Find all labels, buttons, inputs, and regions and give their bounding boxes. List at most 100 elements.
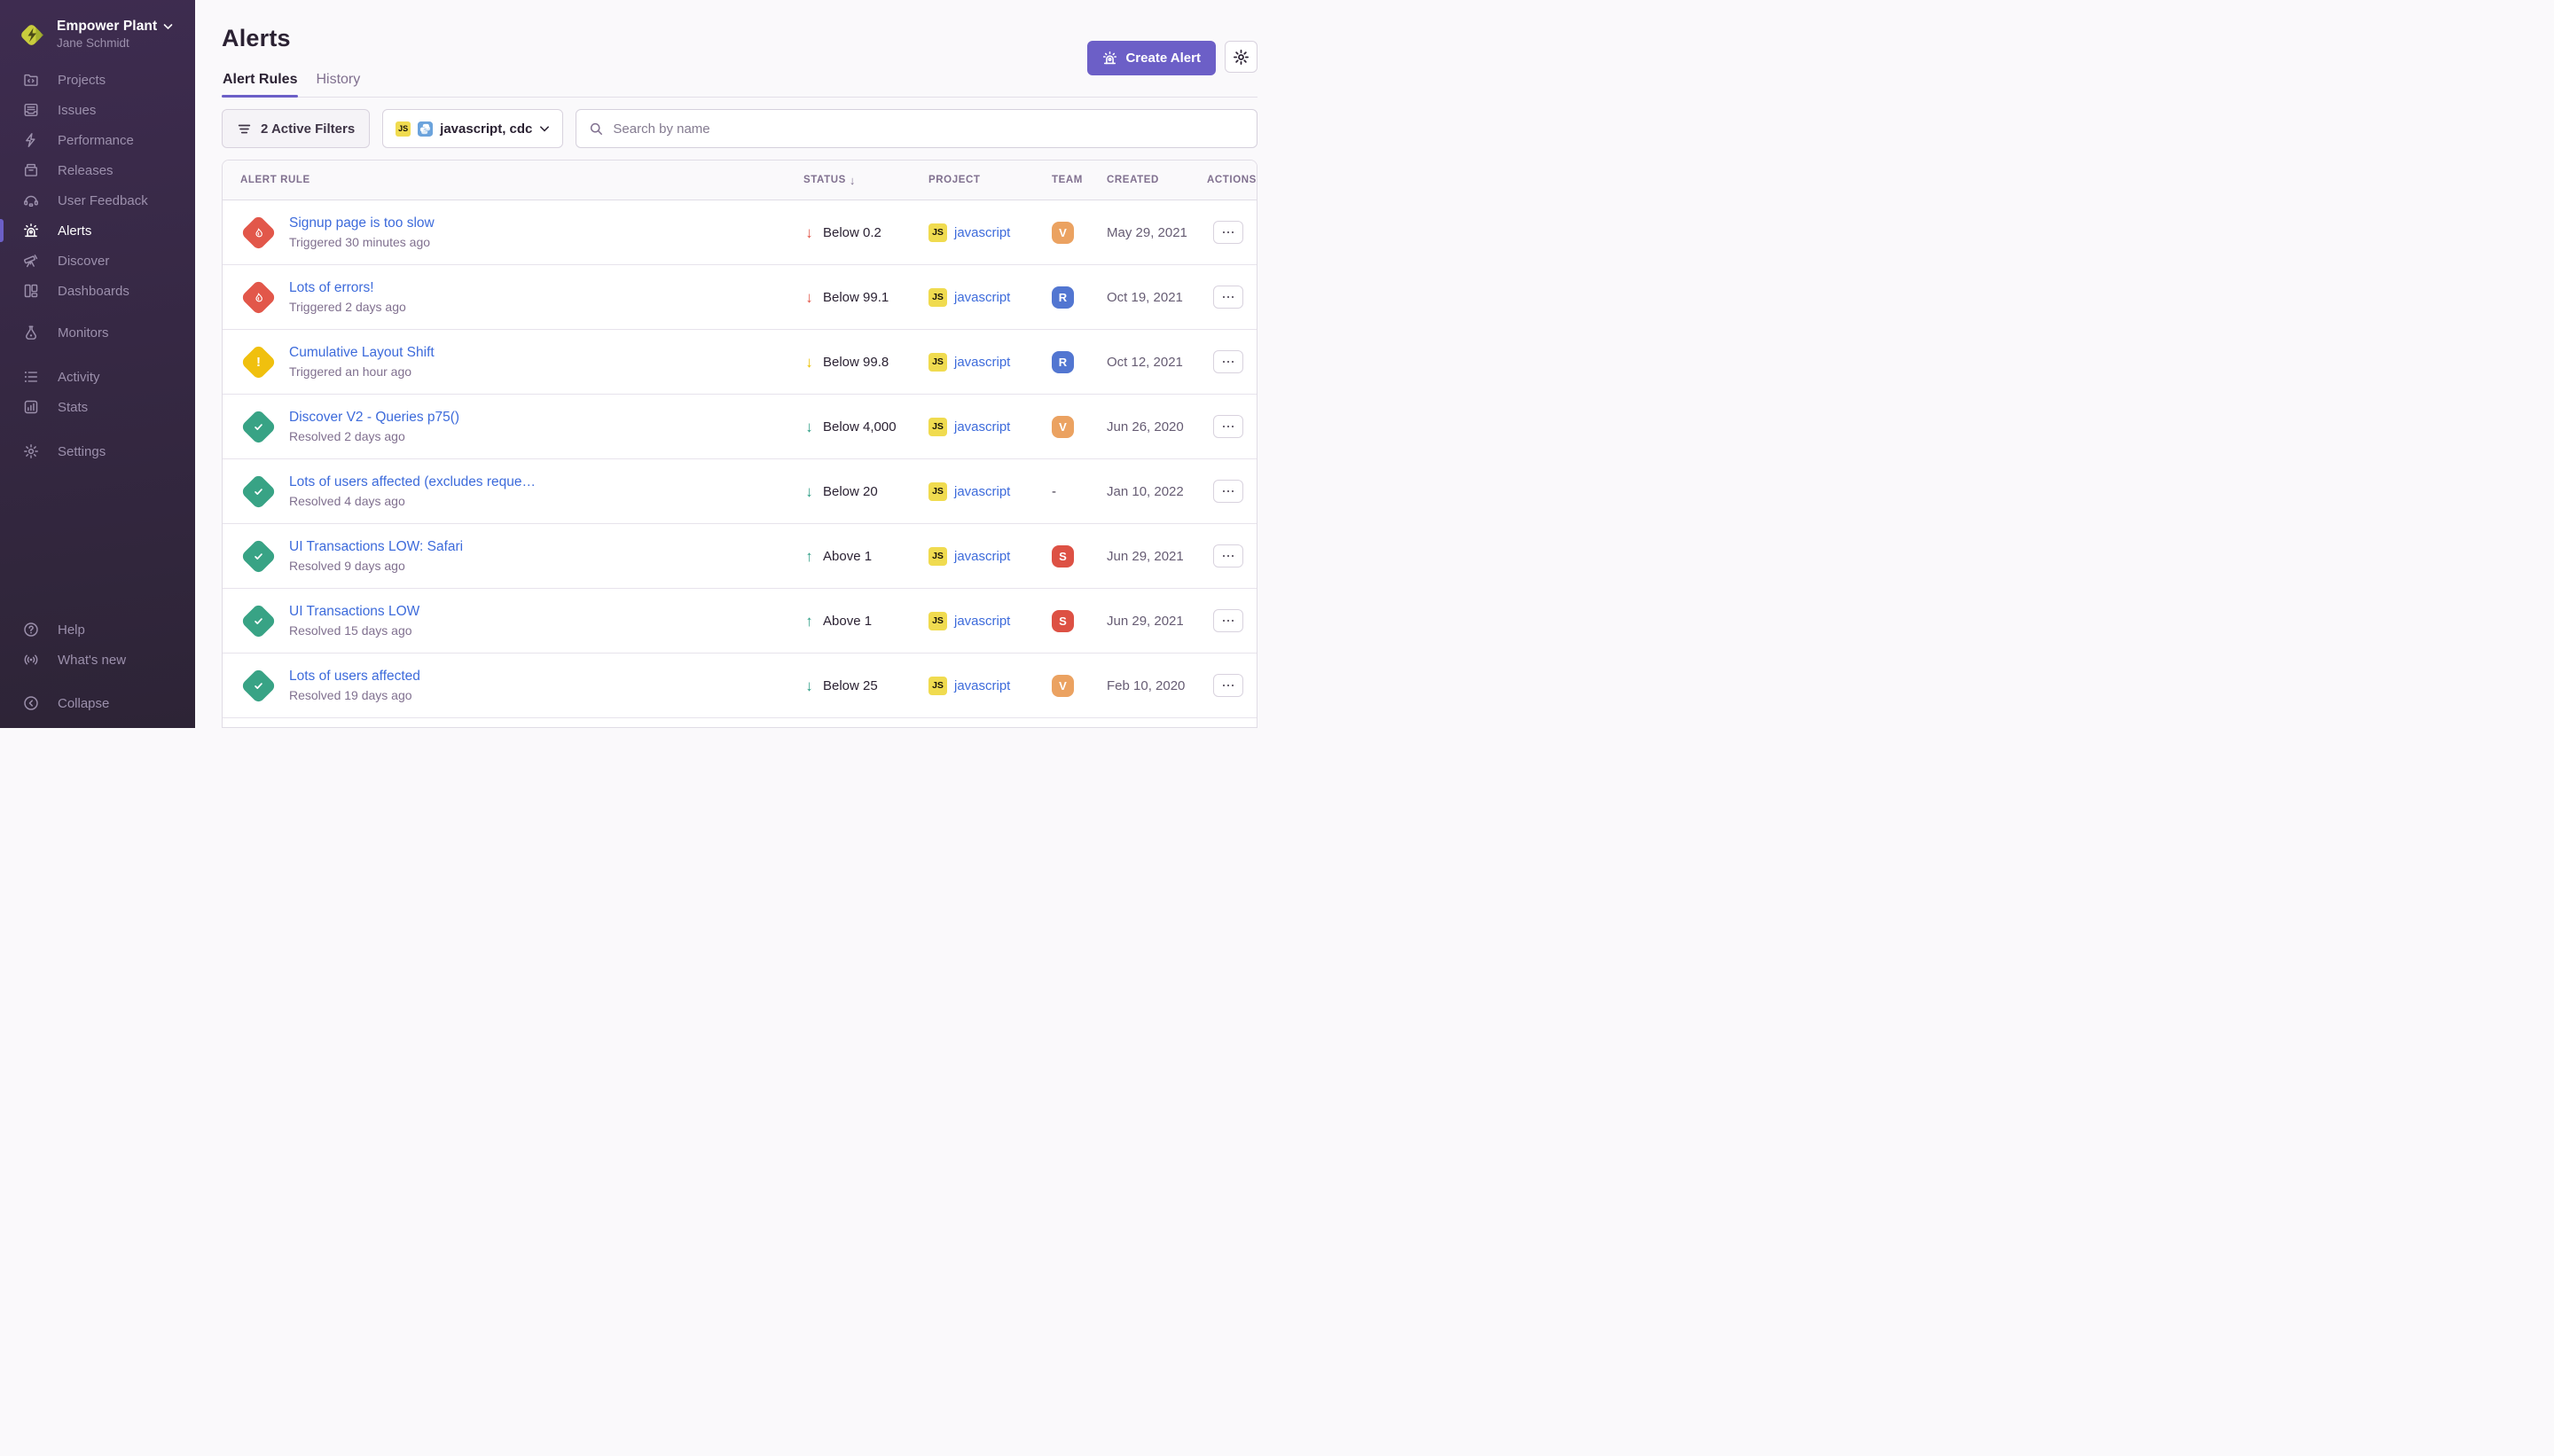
status-value: Above 1 bbox=[823, 614, 872, 629]
team-cell: R bbox=[1052, 286, 1107, 309]
check-icon bbox=[252, 485, 265, 498]
performance-icon bbox=[22, 131, 40, 149]
table-row[interactable]: ! UI Transactions LOW Resolved 15 days a… bbox=[223, 589, 1257, 654]
project-link[interactable]: javascript bbox=[954, 678, 1010, 693]
project-cell: JS javascript bbox=[928, 288, 1052, 307]
active-filters-button[interactable]: 2 Active Filters bbox=[222, 109, 370, 148]
team-avatar: - bbox=[1052, 481, 1074, 503]
alert-rule-link[interactable]: UI Transactions LOW bbox=[289, 604, 419, 620]
table-row[interactable]: ! Lots of users affected (excludes reque… bbox=[223, 459, 1257, 524]
team-avatar: S bbox=[1052, 545, 1074, 568]
activity-list-icon bbox=[22, 368, 40, 386]
alert-rule-link[interactable]: UI Transactions LOW: Safari bbox=[289, 539, 463, 555]
sidebar-item-monitors[interactable]: Monitors bbox=[0, 317, 195, 348]
project-link[interactable]: javascript bbox=[954, 484, 1010, 499]
project-filter-dropdown[interactable]: JS javascript, cdc bbox=[382, 109, 563, 148]
sidebar-spacer bbox=[0, 466, 195, 614]
sidebar-item-releases[interactable]: Releases bbox=[0, 155, 195, 185]
sidebar-item-label: Issues bbox=[58, 103, 96, 118]
project-link[interactable]: javascript bbox=[954, 419, 1010, 434]
chevron-down-icon bbox=[163, 23, 173, 30]
sidebar-item-label: Releases bbox=[58, 163, 114, 178]
sidebar-item-discover[interactable]: Discover bbox=[0, 246, 195, 276]
row-actions-button[interactable] bbox=[1213, 609, 1243, 632]
team-avatar: R bbox=[1052, 286, 1074, 309]
row-actions-button[interactable] bbox=[1213, 415, 1243, 438]
python-platform-icon bbox=[418, 121, 433, 137]
org-switcher[interactable]: Empower Plant Jane Schmidt bbox=[0, 0, 195, 52]
javascript-platform-icon: JS bbox=[928, 677, 947, 695]
sidebar-item-issues[interactable]: Issues bbox=[0, 95, 195, 125]
alert-rule-link[interactable]: Lots of users affected (excludes reque… bbox=[289, 474, 536, 490]
status-cell: ↓ Below 4,000 bbox=[803, 419, 928, 434]
created-date: Jan 10, 2022 bbox=[1107, 484, 1184, 499]
table-row[interactable]: ! Cumulative Layout Shift Triggered an h… bbox=[223, 330, 1257, 395]
column-header-project: PROJECT bbox=[928, 175, 1052, 185]
created-cell: Jun 29, 2021 bbox=[1107, 614, 1207, 629]
tab-history[interactable]: History bbox=[315, 72, 361, 97]
sidebar-item-label: Projects bbox=[58, 73, 106, 88]
search-input[interactable] bbox=[613, 121, 1244, 137]
alert-rule-subtitle: Resolved 15 days ago bbox=[289, 623, 419, 638]
project-cell: JS javascript bbox=[928, 418, 1052, 436]
row-actions-button[interactable] bbox=[1213, 674, 1243, 697]
javascript-platform-icon: JS bbox=[928, 418, 947, 436]
sidebar-item-activity[interactable]: Activity bbox=[0, 362, 195, 392]
sidebar-item-whats-new[interactable]: What's new bbox=[0, 645, 195, 675]
alert-settings-button[interactable] bbox=[1225, 41, 1257, 73]
alert-rule-link[interactable]: Discover V2 - Queries p75() bbox=[289, 410, 459, 426]
row-actions-button[interactable] bbox=[1213, 480, 1243, 503]
javascript-platform-icon: JS bbox=[928, 223, 947, 242]
project-link[interactable]: javascript bbox=[954, 290, 1010, 305]
alert-rule-link[interactable]: Cumulative Layout Shift bbox=[289, 345, 435, 361]
tab-bar: Alert Rules History bbox=[222, 72, 1257, 98]
alert-rule-link[interactable]: Lots of errors! bbox=[289, 280, 406, 296]
sidebar-item-user-feedback[interactable]: User Feedback bbox=[0, 185, 195, 215]
table-row[interactable]: ! UI Transactions LOW: Safari Resolved 9… bbox=[223, 524, 1257, 589]
alert-rule-text: Lots of users affected (excludes reque… … bbox=[289, 474, 553, 508]
row-actions-button[interactable] bbox=[1213, 286, 1243, 309]
row-actions-button[interactable] bbox=[1213, 221, 1243, 244]
sidebar-item-collapse[interactable]: Collapse bbox=[0, 688, 195, 718]
sidebar-item-settings[interactable]: Settings bbox=[0, 436, 195, 466]
sidebar-item-alerts[interactable]: Alerts bbox=[0, 215, 195, 246]
status-value: Above 1 bbox=[823, 549, 872, 564]
created-cell: Oct 19, 2021 bbox=[1107, 290, 1207, 305]
alert-rule-text: Cumulative Layout Shift Triggered an hou… bbox=[289, 345, 452, 379]
sort-descending-icon: ↓ bbox=[850, 174, 856, 187]
table-row[interactable]: ! Discover V2 - Queries p75() Resolved 2… bbox=[223, 395, 1257, 459]
team-cell: S bbox=[1052, 545, 1107, 568]
sidebar-item-dashboards[interactable]: Dashboards bbox=[0, 276, 195, 306]
tab-alert-rules[interactable]: Alert Rules bbox=[222, 72, 298, 97]
alert-rule-subtitle: Resolved 19 days ago bbox=[289, 688, 420, 702]
table-row[interactable]: ! Signup page is too slow Triggered 30 m… bbox=[223, 200, 1257, 265]
alert-rule-text: UI Transactions LOW: Safari Resolved 9 d… bbox=[289, 539, 481, 573]
create-alert-button[interactable]: Create Alert bbox=[1087, 41, 1215, 75]
project-link[interactable]: javascript bbox=[954, 225, 1010, 240]
project-cell: JS javascript bbox=[928, 547, 1052, 566]
project-link[interactable]: javascript bbox=[954, 549, 1010, 564]
alert-rule-link[interactable]: Signup page is too slow bbox=[289, 215, 435, 231]
row-actions-button[interactable] bbox=[1213, 544, 1243, 568]
sidebar-item-help[interactable]: Help bbox=[0, 614, 195, 645]
org-name: Empower Plant bbox=[57, 18, 157, 35]
sidebar-item-stats[interactable]: Stats bbox=[0, 392, 195, 422]
created-cell: May 29, 2021 bbox=[1107, 225, 1207, 240]
team-cell: S bbox=[1052, 610, 1107, 632]
project-link[interactable]: javascript bbox=[954, 355, 1010, 370]
alert-state-diamond-icon: ! bbox=[239, 667, 276, 703]
sidebar-item-label: Monitors bbox=[58, 325, 109, 341]
project-cell: JS javascript bbox=[928, 612, 1052, 630]
sidebar-item-performance[interactable]: Performance bbox=[0, 125, 195, 155]
column-header-status[interactable]: STATUS↓ bbox=[803, 174, 928, 187]
status-cell: ↓ Below 99.8 bbox=[803, 355, 928, 370]
alert-rule-link[interactable]: Lots of users affected bbox=[289, 669, 420, 685]
table-row[interactable]: ! Lots of users affected Resolved 19 day… bbox=[223, 654, 1257, 718]
project-link[interactable]: javascript bbox=[954, 614, 1010, 629]
sidebar-item-projects[interactable]: Projects bbox=[0, 65, 195, 95]
empower-plant-logo bbox=[19, 22, 44, 48]
table-row[interactable]: ! Lots of errors! Triggered 2 days ago ↓… bbox=[223, 265, 1257, 330]
actions-cell bbox=[1207, 221, 1257, 244]
row-actions-button[interactable] bbox=[1213, 350, 1243, 373]
status-cell: ↑ Above 1 bbox=[803, 549, 928, 564]
